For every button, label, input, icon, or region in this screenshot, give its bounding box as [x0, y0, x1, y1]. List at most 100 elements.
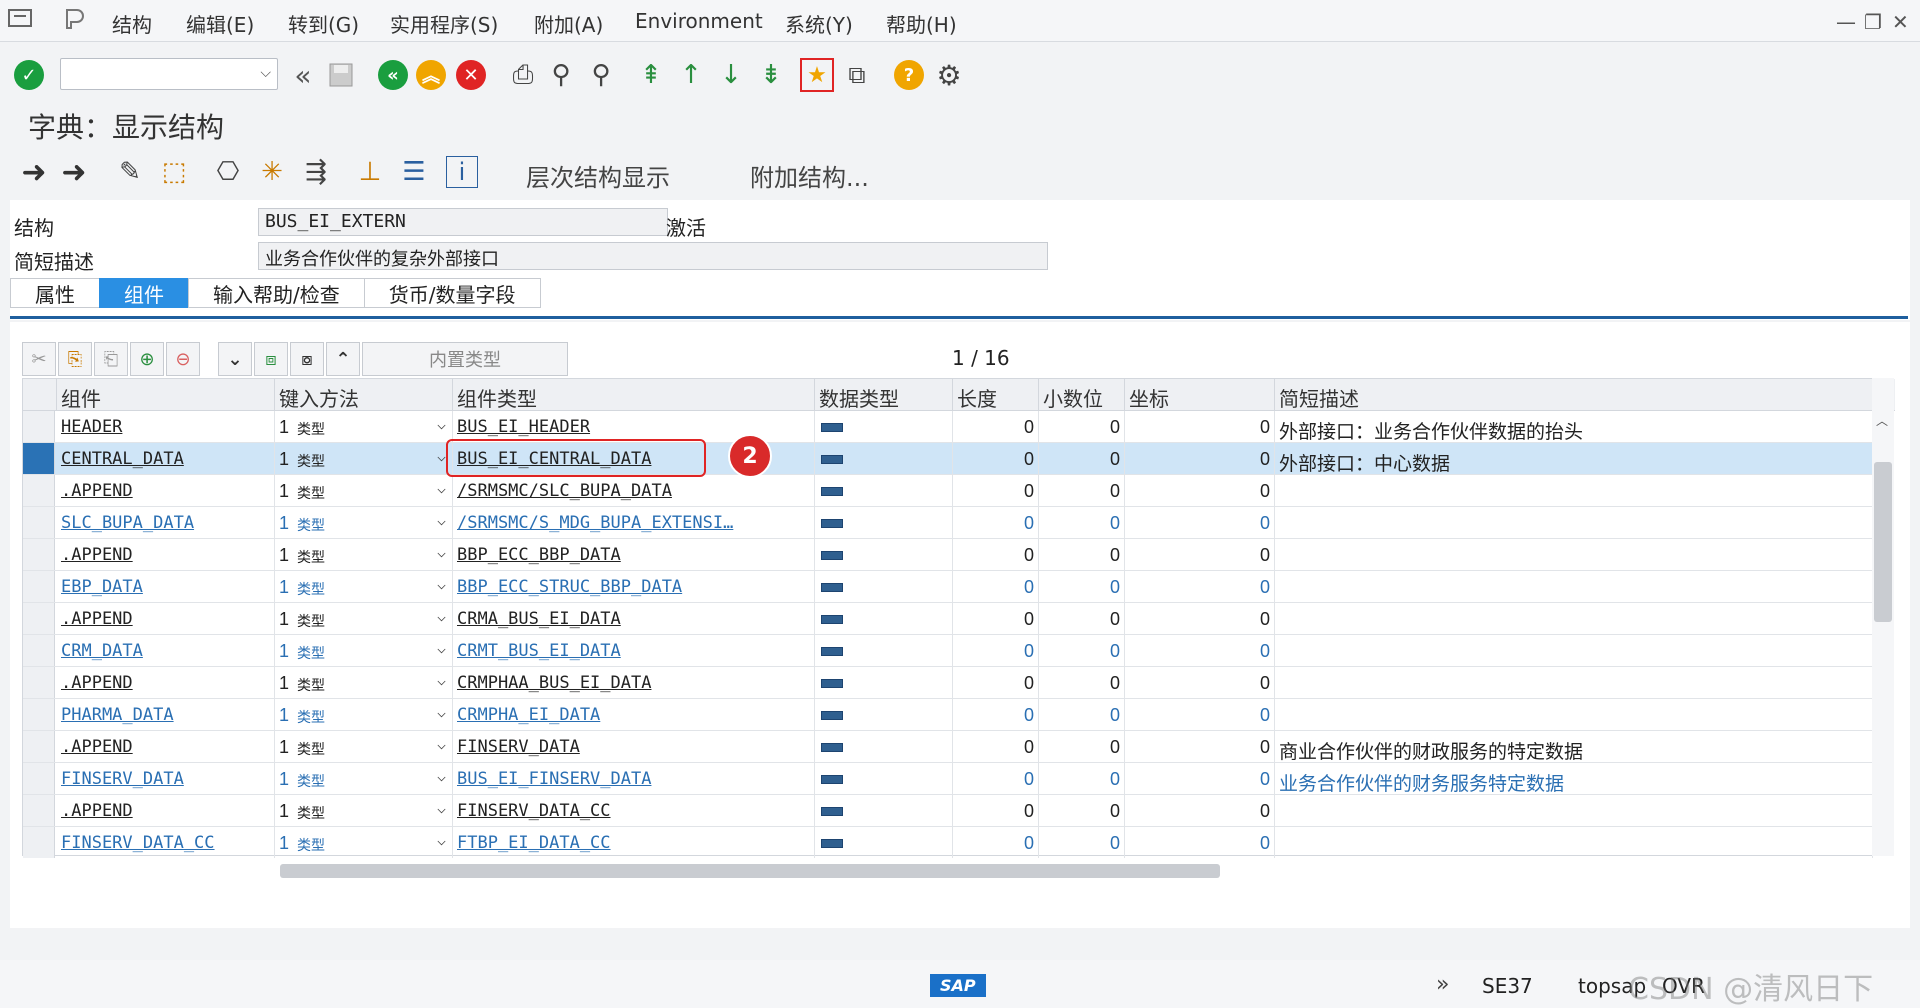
- field-icon[interactable]: ⧈: [254, 342, 288, 376]
- chevron-down-icon[interactable]: ⌵: [260, 65, 271, 81]
- typing-method[interactable]: 类型: [297, 771, 325, 791]
- first-page-icon[interactable]: ⇞: [634, 58, 668, 92]
- save-icon[interactable]: [324, 58, 358, 92]
- table-row[interactable]: .APPEND 1 类型 ⌵ FINSERV_DATA_CC 0 0 0: [23, 795, 1873, 827]
- component-cell[interactable]: HEADER: [57, 411, 275, 443]
- chevron-down-icon[interactable]: ⌵: [437, 511, 446, 529]
- sap-p-icon[interactable]: [62, 8, 86, 30]
- typing-method[interactable]: 类型: [297, 835, 325, 855]
- chevron-down-icon[interactable]: ⌵: [437, 735, 446, 753]
- component-type-cell[interactable]: FINSERV_DATA: [453, 731, 815, 763]
- typing-method[interactable]: 类型: [297, 675, 325, 695]
- column-header[interactable]: 小数位: [1039, 379, 1125, 411]
- typing-method-cell[interactable]: 1 类型 ⌵: [275, 539, 453, 571]
- menu-item-utilities[interactable]: 实用程序(S): [390, 9, 498, 38]
- menu-item-extras[interactable]: 附加(A): [534, 9, 603, 38]
- component-cell[interactable]: FINSERV_DATA: [57, 763, 275, 795]
- row-selector[interactable]: [23, 539, 55, 570]
- hierarchy-display-button[interactable]: 层次结构显示: [526, 158, 670, 193]
- find-next-icon[interactable]: ⚲: [584, 58, 618, 92]
- next-page-icon[interactable]: ↓: [714, 58, 748, 92]
- table-row[interactable]: HEADER 1 类型 ⌵ BUS_EI_HEADER 0 0 0 外部接口：业务合作伙伴数据的…: [23, 411, 1873, 443]
- row-selector[interactable]: [23, 667, 55, 698]
- chevron-down-icon[interactable]: ⌵: [437, 799, 446, 817]
- component-cell[interactable]: SLC_BUPA_DATA: [57, 507, 275, 539]
- table-row[interactable]: FINSERV_DATA 1 类型 ⌵ BUS_EI_FINSERV_DATA 0 0 0 业务…: [23, 763, 1873, 795]
- table-row[interactable]: PHARMA_DATA 1 类型 ⌵ CRMPHA_EI_DATA 0 0 0: [23, 699, 1873, 731]
- info-icon[interactable]: i: [446, 156, 478, 188]
- table-row[interactable]: EBP_DATA 1 类型 ⌵ BBP_ECC_STRUC_BBP_DATA 0 0 0: [23, 571, 1873, 603]
- component-type-cell[interactable]: BBP_ECC_STRUC_BBP_DATA: [453, 571, 815, 603]
- row-selector[interactable]: [23, 827, 55, 858]
- copy-icon[interactable]: ⎘: [58, 342, 92, 376]
- component-type-cell[interactable]: BBP_ECC_BBP_DATA: [453, 539, 815, 571]
- horizontal-scroll-thumb[interactable]: [280, 864, 1220, 878]
- typing-method[interactable]: 类型: [297, 739, 325, 759]
- other-object-icon[interactable]: ⬚: [158, 156, 190, 188]
- typing-method-cell[interactable]: 1 类型 ⌵: [275, 507, 453, 539]
- component-type-cell[interactable]: CRMT_BUS_EI_DATA: [453, 635, 815, 667]
- column-header[interactable]: 坐标: [1125, 379, 1275, 411]
- component-type-cell[interactable]: FTBP_EI_DATA_CC: [453, 827, 815, 859]
- typing-method[interactable]: 类型: [297, 547, 325, 567]
- cut-icon[interactable]: ✂: [22, 342, 56, 376]
- help-icon[interactable]: ?: [892, 58, 926, 92]
- tab-components[interactable]: 组件: [99, 278, 189, 308]
- row-selector[interactable]: [23, 475, 55, 506]
- component-cell[interactable]: .APPEND: [57, 475, 275, 507]
- component-cell[interactable]: PHARMA_DATA: [57, 699, 275, 731]
- double-chevron-right-icon[interactable]: »: [1436, 972, 1449, 997]
- create-session-icon[interactable]: ★: [800, 58, 834, 92]
- check-icon[interactable]: ⎔: [212, 156, 244, 188]
- maximize-icon[interactable]: ❐: [1864, 10, 1882, 34]
- typing-method-cell[interactable]: 1 类型 ⌵: [275, 763, 453, 795]
- component-type-cell[interactable]: /SRMSMC/SLC_BUPA_DATA: [453, 475, 815, 507]
- row-selector[interactable]: [23, 699, 55, 730]
- column-header[interactable]: 键入方法: [275, 379, 453, 411]
- chevron-down-icon[interactable]: ⌵: [437, 543, 446, 561]
- chevron-down-icon[interactable]: ⌵: [437, 831, 446, 849]
- chevron-down-icon[interactable]: ⌵: [437, 447, 446, 465]
- back-icon[interactable]: «: [376, 58, 410, 92]
- column-header[interactable]: 长度: [953, 379, 1039, 411]
- column-header[interactable]: 组件类型: [453, 379, 815, 411]
- delete-row-icon[interactable]: ⊖: [166, 342, 200, 376]
- typing-method-cell[interactable]: 1 类型 ⌵: [275, 635, 453, 667]
- typing-method-cell[interactable]: 1 类型 ⌵: [275, 603, 453, 635]
- column-header[interactable]: 数据类型: [815, 379, 953, 411]
- menu-item-edit[interactable]: 编辑(E): [186, 9, 254, 38]
- menu-item-system[interactable]: 系统(Y): [785, 9, 853, 38]
- hierarchy-icon[interactable]: ⊥: [354, 156, 386, 188]
- table-row[interactable]: .APPEND 1 类型 ⌵ BBP_ECC_BBP_DATA 0 0 0: [23, 539, 1873, 571]
- typing-method-cell[interactable]: 1 类型 ⌵: [275, 699, 453, 731]
- component-cell[interactable]: FINSERV_DATA_CC: [57, 827, 275, 859]
- shortcut-icon[interactable]: ⧉: [840, 58, 874, 92]
- component-cell[interactable]: CRM_DATA: [57, 635, 275, 667]
- cancel-icon[interactable]: ✕: [454, 58, 488, 92]
- where-used-icon[interactable]: ⇶: [300, 156, 332, 188]
- double-chevron-left-icon[interactable]: «: [286, 58, 320, 92]
- component-cell[interactable]: CENTRAL_DATA: [57, 443, 275, 475]
- row-selector[interactable]: [23, 507, 55, 538]
- typing-method[interactable]: 类型: [297, 419, 325, 439]
- row-selector[interactable]: [23, 635, 55, 666]
- typing-method-cell[interactable]: 1 类型 ⌵: [275, 411, 453, 443]
- chevron-down-icon[interactable]: ⌵: [437, 767, 446, 785]
- row-selector[interactable]: [23, 731, 55, 762]
- tab-attributes[interactable]: 属性: [10, 278, 100, 308]
- tcode-label[interactable]: SE37: [1482, 974, 1533, 998]
- last-page-icon[interactable]: ⇟: [754, 58, 788, 92]
- enter-icon[interactable]: ✓: [12, 58, 46, 92]
- menu-list-icon[interactable]: [8, 8, 32, 28]
- chevron-down-icon[interactable]: ⌵: [437, 575, 446, 593]
- typing-method[interactable]: 类型: [297, 515, 325, 535]
- typing-method[interactable]: 类型: [297, 707, 325, 727]
- typing-method-cell[interactable]: 1 类型 ⌵: [275, 827, 453, 859]
- display-change-icon[interactable]: ✎: [114, 156, 146, 188]
- tab-currency[interactable]: 货币/数量字段: [363, 278, 541, 308]
- close-window-icon[interactable]: ✕: [1892, 10, 1909, 34]
- chevron-down-icon[interactable]: ⌵: [437, 479, 446, 497]
- column-header[interactable]: 组件: [57, 379, 275, 411]
- command-field[interactable]: ⌵: [60, 58, 278, 90]
- component-cell[interactable]: .APPEND: [57, 539, 275, 571]
